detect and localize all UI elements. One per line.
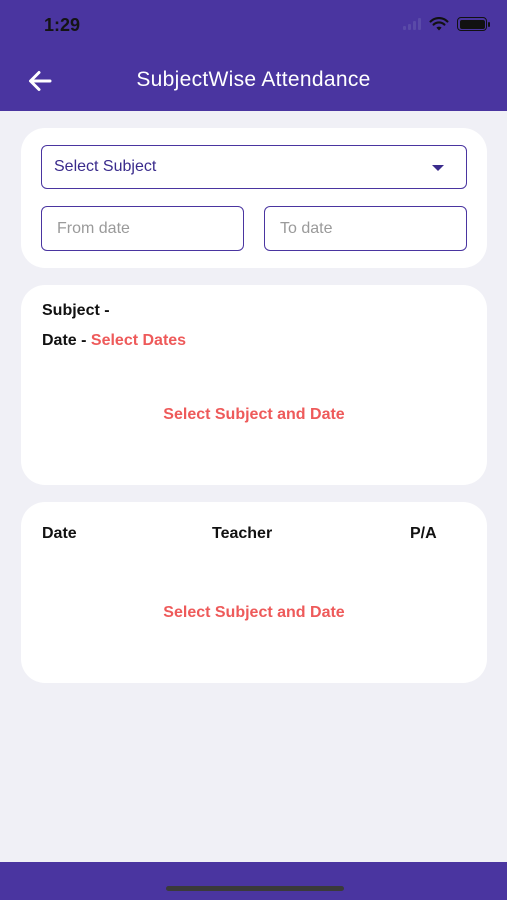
app-header: 1:29 SubjectWise Attendance xyxy=(0,0,507,111)
column-header-teacher: Teacher xyxy=(212,525,273,542)
subject-select-value: Select Subject xyxy=(54,158,157,175)
subject-label: Subject - xyxy=(42,302,110,319)
date-label: Date - xyxy=(42,332,91,349)
chevron-down-icon xyxy=(432,165,444,171)
date-label-row: Date - Select Dates xyxy=(42,332,186,350)
from-date-input[interactable] xyxy=(41,206,244,251)
status-icons xyxy=(403,17,490,31)
column-header-pa: P/A xyxy=(410,525,437,542)
signal-icon xyxy=(403,18,421,30)
summary-empty-message: Select Subject and Date xyxy=(163,406,345,423)
records-card: Date Teacher P/A Select Subject and Date xyxy=(21,502,487,683)
wifi-icon xyxy=(429,17,449,31)
filter-card: Select Subject xyxy=(21,128,487,268)
page-title: SubjectWise Attendance xyxy=(136,68,371,91)
battery-icon xyxy=(457,17,490,31)
home-indicator[interactable] xyxy=(166,886,344,891)
bottom-bar xyxy=(0,862,507,900)
select-dates-hint: Select Dates xyxy=(90,332,187,349)
records-empty-message: Select Subject and Date xyxy=(163,604,345,621)
column-header-date: Date xyxy=(42,525,77,542)
summary-card: Subject - Date - Select Dates Select Sub… xyxy=(21,285,487,485)
to-date-input[interactable] xyxy=(264,206,467,251)
status-time: 1:29 xyxy=(44,15,81,35)
subject-select[interactable]: Select Subject xyxy=(41,145,467,189)
